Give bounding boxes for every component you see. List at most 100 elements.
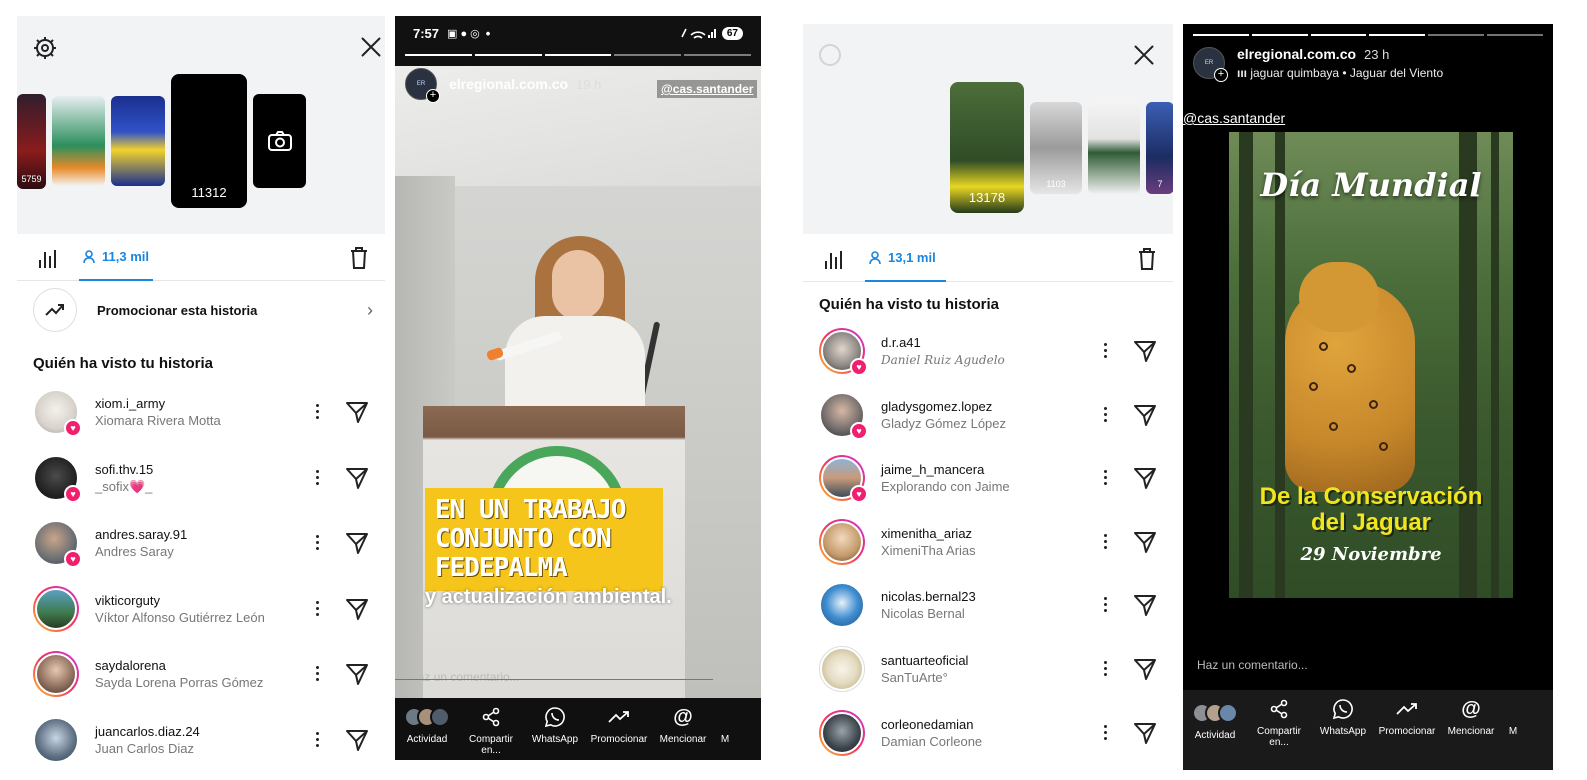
viewer-username[interactable]: jaime_h_mancera [881, 462, 1061, 477]
viewer-row[interactable]: ♥ d.r.a41 Daniel Ruiz Agudelo [819, 321, 1163, 381]
more-options-icon[interactable] [316, 666, 319, 681]
viewer-username[interactable]: nicolas.bernal23 [881, 589, 1061, 604]
viewer-row[interactable]: nicolas.bernal23 Nicolas Bernal [819, 575, 1163, 635]
avatar-story-ring[interactable] [819, 519, 865, 565]
story-music-row[interactable]: ııı jaguar quimbaya • Jaguar del Viento [1237, 66, 1443, 80]
story-thumbnail-selected[interactable]: 13178 [950, 82, 1024, 213]
avatar[interactable] [819, 646, 865, 692]
viewer-row[interactable]: ♥ andres.saray.91 Andres Saray [33, 513, 375, 573]
viewer-username[interactable]: xiom.i_army [95, 396, 275, 411]
viewer-row[interactable]: saydalorena Sayda Lorena Porras Gómez [33, 644, 375, 704]
add-icon[interactable]: + [1214, 68, 1228, 82]
send-message-icon[interactable] [1133, 466, 1157, 490]
whatsapp-button[interactable]: WhatsApp [1311, 696, 1375, 737]
send-message-icon[interactable] [1133, 530, 1157, 554]
send-message-icon[interactable] [1133, 593, 1157, 617]
stats-bars-icon[interactable] [825, 249, 845, 269]
viewer-row[interactable]: santuarteoficial SanTuArte° [819, 639, 1163, 699]
mention-sticker[interactable]: @cas.santander [657, 80, 758, 98]
send-message-icon[interactable] [345, 466, 369, 490]
viewer-username[interactable]: andres.saray.91 [95, 527, 275, 542]
viewer-username[interactable]: sofi.thv.15 [95, 462, 275, 477]
avatar[interactable]: ♥ [33, 520, 82, 568]
viewer-username[interactable]: saydalorena [95, 658, 275, 673]
share-button[interactable]: Compartir en... [1247, 696, 1311, 748]
viewer-row[interactable]: ♥ gladysgomez.lopez Gladyz Gómez López [819, 385, 1163, 445]
avatar[interactable]: ♥ [33, 455, 82, 503]
trash-icon[interactable] [1137, 247, 1157, 271]
send-message-icon[interactable] [345, 728, 369, 752]
avatar-story-ring[interactable] [819, 710, 865, 756]
story-thumbnail[interactable] [1088, 101, 1140, 194]
more-options-icon[interactable] [316, 404, 319, 419]
activity-button[interactable]: Actividad [395, 704, 459, 745]
promote-button[interactable]: Promocionar [1375, 696, 1439, 737]
mention-button[interactable]: @ Mencionar [1439, 696, 1503, 738]
send-message-icon[interactable] [1133, 721, 1157, 745]
send-message-icon[interactable] [1133, 339, 1157, 363]
story-account-name[interactable]: elregional.com.co [449, 76, 568, 92]
stats-bars-icon[interactable] [39, 248, 59, 268]
send-message-icon[interactable] [345, 531, 369, 555]
more-options-icon[interactable] [1104, 470, 1107, 485]
promote-story-row[interactable]: Promocionar esta historia › [33, 288, 377, 332]
settings-gear-icon[interactable] [819, 44, 841, 66]
more-options-icon[interactable] [1104, 534, 1107, 549]
viewer-row[interactable]: ♥ jaime_h_mancera Explorando con Jaime [819, 448, 1163, 508]
more-options-icon[interactable] [1104, 661, 1107, 676]
more-options-icon[interactable] [1104, 407, 1107, 422]
story-thumbnail[interactable]: 7 [1146, 101, 1173, 194]
tab-viewers[interactable]: 11,3 mil [79, 235, 153, 281]
viewer-row[interactable]: ximenitha_ariaz XimeniTha Arias [819, 512, 1163, 572]
account-avatar[interactable]: ER + [1193, 47, 1228, 82]
story-thumbnail[interactable]: 5759 [17, 93, 46, 189]
more-options-icon[interactable] [316, 732, 319, 747]
avatar-story-ring[interactable] [33, 586, 79, 632]
more-options-icon[interactable] [1104, 597, 1107, 612]
story-thumbnail[interactable] [111, 96, 165, 186]
more-action-button[interactable]: M [715, 704, 735, 745]
tab-viewers[interactable]: 13,1 mil [865, 236, 946, 282]
viewer-username[interactable]: ximenitha_ariaz [881, 526, 1061, 541]
story-thumbnail-selected[interactable]: 11312 [171, 74, 247, 208]
more-action-button[interactable]: M [1503, 696, 1523, 737]
comment-input[interactable]: Haz un comentario... [409, 670, 520, 684]
send-message-icon[interactable] [1133, 657, 1157, 681]
mention-button[interactable]: @ Mencionar [651, 704, 715, 746]
avatar[interactable]: ♥ [33, 389, 82, 437]
close-icon[interactable] [1131, 42, 1157, 68]
send-message-icon[interactable] [345, 400, 369, 424]
story-thumbnail[interactable]: 1103 [1030, 101, 1082, 194]
trash-icon[interactable] [349, 246, 369, 270]
add-icon[interactable]: + [426, 89, 440, 103]
send-message-icon[interactable] [1133, 403, 1157, 427]
more-options-icon[interactable] [1104, 725, 1107, 740]
viewer-row[interactable]: ♥ sofi.thv.15 _sofix💗_ [33, 448, 375, 508]
settings-gear-icon[interactable] [33, 36, 57, 60]
whatsapp-button[interactable]: WhatsApp [523, 704, 587, 745]
close-icon[interactable] [358, 34, 384, 60]
share-button[interactable]: Compartir en... [459, 704, 523, 756]
comment-input[interactable]: Haz un comentario... [1197, 658, 1308, 672]
story-account-name[interactable]: elregional.com.co [1237, 46, 1356, 62]
viewer-username[interactable]: d.r.a41 [881, 335, 1061, 350]
avatar[interactable] [33, 717, 79, 763]
viewer-username[interactable]: vikticorguty [95, 593, 275, 608]
activity-button[interactable]: Actividad [1183, 696, 1247, 741]
more-options-icon[interactable] [316, 535, 319, 550]
story-thumbnail[interactable] [52, 96, 105, 186]
viewer-username[interactable]: santuarteoficial [881, 653, 1061, 668]
avatar-story-ring[interactable]: ♥ [819, 328, 868, 376]
more-options-icon[interactable] [316, 601, 319, 616]
viewer-row[interactable]: ♥ xiom.i_army Xiomara Rivera Motta [33, 382, 375, 442]
promote-button[interactable]: Promocionar [587, 704, 651, 745]
send-message-icon[interactable] [345, 597, 369, 621]
avatar[interactable]: ♥ [819, 392, 868, 440]
account-avatar[interactable]: ER + [405, 68, 440, 103]
avatar-story-ring[interactable]: ♥ [819, 455, 868, 503]
avatar[interactable] [819, 582, 865, 628]
viewer-username[interactable]: juancarlos.diaz.24 [95, 724, 275, 739]
send-message-icon[interactable] [345, 662, 369, 686]
viewer-row[interactable]: corleonedamian Damian Corleone [819, 703, 1163, 763]
viewer-username[interactable]: corleonedamian [881, 717, 1061, 732]
